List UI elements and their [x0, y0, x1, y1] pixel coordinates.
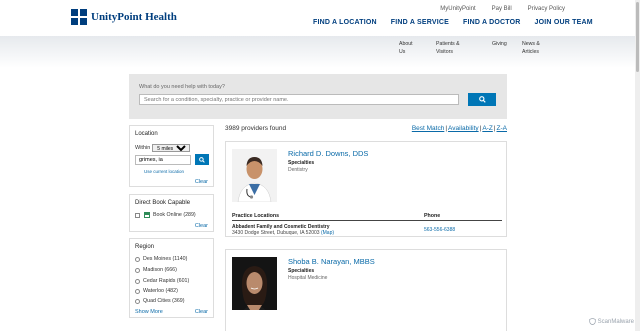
region-option-waterloo[interactable]: Waterloo (482) — [135, 288, 178, 294]
utility-nav: MyUnityPoint Pay Bill Privacy Policy — [440, 6, 565, 12]
region-radio[interactable] — [135, 278, 140, 284]
subnav-giving[interactable]: Giving — [492, 40, 522, 56]
region-option-label: Cedar Rapids (601) — [143, 278, 190, 284]
phone-link[interactable]: 563-556-6388 — [424, 227, 455, 233]
region-title: Region — [135, 244, 155, 250]
search-input[interactable] — [139, 94, 459, 105]
location-input[interactable] — [135, 155, 191, 165]
map-link[interactable]: (Map) — [321, 230, 334, 236]
sort-links: Best Match|Availability|A-Z|Z-A — [412, 125, 507, 132]
specialty-value: Hospital Medicine — [288, 275, 328, 281]
subnav-news-line1: News & — [522, 41, 540, 47]
region-option-label: Des Moines (1140) — [143, 256, 188, 262]
region-radio[interactable] — [135, 298, 140, 304]
util-link-myunitypoint[interactable]: MyUnityPoint — [440, 6, 475, 12]
sub-nav: About Us Patients & Visitors Giving News &… — [399, 40, 552, 56]
provider-portrait — [232, 257, 277, 310]
sort-a-z[interactable]: A-Z — [482, 125, 492, 132]
region-option-madison[interactable]: Madison (666) — [135, 267, 177, 273]
calendar-icon — [144, 212, 150, 218]
subnav-patients[interactable]: Patients & Visitors — [436, 40, 492, 56]
within-label: Within — [135, 145, 151, 151]
specialties-label: Specialties — [288, 160, 315, 166]
specialty-value: Dentistry — [288, 167, 308, 173]
direct-book-title: Direct Book Capable — [135, 200, 191, 206]
nav-join-team[interactable]: JOIN OUR TEAM — [535, 19, 593, 26]
region-option-cedar-rapids[interactable]: Cedar Rapids (601) — [135, 278, 189, 284]
nav-find-service[interactable]: FIND A SERVICE — [391, 19, 449, 26]
region-radio[interactable] — [135, 267, 140, 273]
subnav-giving-line1: Giving — [492, 41, 507, 47]
search-icon — [199, 156, 205, 163]
region-radio[interactable] — [135, 288, 140, 294]
subnav-news[interactable]: News & Articles — [522, 40, 552, 56]
util-link-pay-bill[interactable]: Pay Bill — [492, 6, 512, 12]
book-online-checkbox[interactable] — [135, 212, 140, 218]
brand-logo[interactable]: UnityPoint Health — [71, 9, 177, 25]
site-header: UnityPoint Health MyUnityPoint Pay Bill … — [0, 0, 640, 36]
logo-cross-icon — [71, 9, 87, 25]
phone-header: Phone — [424, 213, 441, 219]
region-option-des-moines[interactable]: Des Moines (1140) — [135, 256, 187, 262]
region-radio[interactable] — [135, 256, 140, 262]
search-button[interactable] — [468, 93, 496, 106]
search-icon — [478, 96, 486, 103]
region-option-label: Quad Cities (369) — [143, 298, 185, 304]
sort-separator: | — [493, 125, 496, 132]
shield-icon — [588, 318, 596, 325]
subnav-about-line2: Us — [399, 49, 406, 55]
address-text: 3430 Dodge Street, Dubuque, IA 52003 — [232, 230, 320, 236]
locations-table-header: Practice Locations Phone — [232, 213, 502, 221]
location-clear-link[interactable]: Clear — [195, 179, 208, 185]
specialties-label: Specialties — [288, 268, 315, 274]
scrollbar-thumb[interactable] — [636, 2, 639, 72]
main-nav: FIND A LOCATION FIND A SERVICE FIND A DO… — [313, 19, 593, 26]
region-option-quad-cities[interactable]: Quad Cities (369) — [135, 298, 185, 304]
provider-card: Shoba B. Narayan, MBBS Specialties Hospi… — [225, 249, 507, 331]
provider-name-link[interactable]: Richard D. Downs, DDS — [288, 149, 368, 158]
provider-photo[interactable] — [232, 257, 277, 310]
search-label: What do you need help with today? — [139, 84, 225, 90]
nav-find-location[interactable]: FIND A LOCATION — [313, 19, 377, 26]
provider-name-link[interactable]: Shoba B. Narayan, MBBS — [288, 257, 375, 266]
results-count: 3989 providers found — [225, 125, 287, 132]
nav-find-doctor[interactable]: FIND A DOCTOR — [463, 19, 521, 26]
subnav-patients-line2: Visitors — [436, 49, 453, 55]
direct-book-clear-link[interactable]: Clear — [195, 223, 208, 229]
sort-separator: | — [445, 125, 448, 132]
doctor-avatar-icon — [232, 149, 277, 202]
util-link-privacy-policy[interactable]: Privacy Policy — [528, 6, 565, 12]
use-current-location-link[interactable]: Use current location — [144, 169, 184, 174]
sort-availability[interactable]: Availability — [448, 125, 479, 132]
location-filter-title: Location — [135, 131, 158, 137]
region-option-label: Waterloo (482) — [143, 288, 178, 294]
location-search-button[interactable] — [195, 154, 209, 165]
within-select[interactable]: 5 miles — [152, 144, 191, 152]
practice-locations-header: Practice Locations — [232, 213, 280, 219]
search-panel: What do you need help with today? — [129, 74, 507, 119]
watermark-text: ScanMalware — [597, 318, 634, 325]
within-row: Within 5 miles — [135, 144, 191, 152]
sort-z-a[interactable]: Z-A — [497, 125, 507, 132]
subnav-patients-line1: Patients & — [436, 41, 460, 47]
sort-best-match[interactable]: Best Match — [412, 125, 445, 132]
sub-nav-band: About Us Patients & Visitors Giving News &… — [0, 36, 640, 68]
page-scrollbar[interactable] — [635, 0, 640, 331]
direct-book-card: Direct Book Capable Book Online (289) Cl… — [129, 194, 214, 232]
scanmalware-watermark: ScanMalware — [588, 318, 634, 325]
book-online-label: Book Online (289) — [153, 212, 196, 218]
region-show-more-link[interactable]: Show More — [135, 309, 163, 315]
subnav-about-line1: About — [399, 41, 413, 47]
subnav-about[interactable]: About Us — [399, 40, 436, 56]
practice-address: 3430 Dodge Street, Dubuque, IA 52003 (Ma… — [232, 230, 334, 236]
region-option-label: Madison (666) — [143, 267, 177, 273]
region-clear-link[interactable]: Clear — [195, 309, 208, 315]
book-online-option[interactable]: Book Online (289) — [135, 212, 196, 218]
location-filter-card: Location Within 5 miles Use current loca… — [129, 125, 214, 187]
brand-name: UnityPoint Health — [91, 11, 177, 23]
provider-photo[interactable] — [232, 149, 277, 202]
provider-card: Richard D. Downs, DDS Specialties Dentis… — [225, 141, 507, 237]
subnav-news-line2: Articles — [522, 49, 540, 55]
region-filter-card: Region Des Moines (1140) Madison (666) C… — [129, 238, 214, 318]
